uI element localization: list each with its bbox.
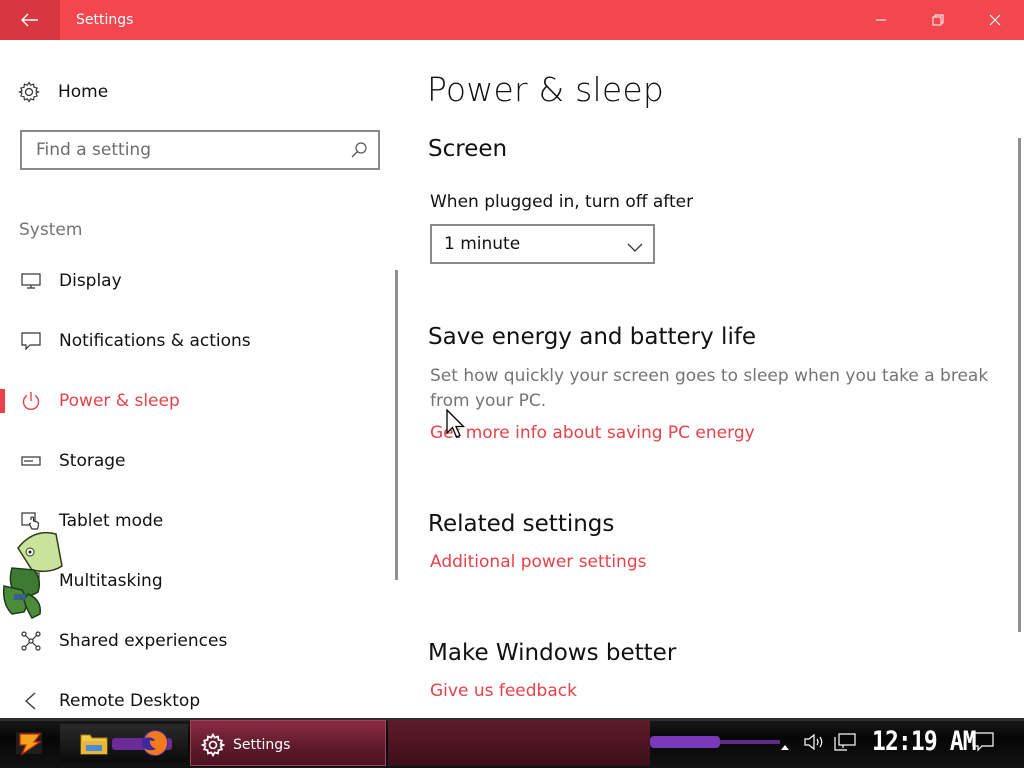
make-windows-better-heading: Make Windows better bbox=[428, 640, 677, 666]
energy-info-link[interactable]: Get more info about saving PC energy bbox=[430, 423, 755, 443]
chevron-down-icon bbox=[627, 238, 643, 257]
taskbar-settings-button[interactable]: Settings bbox=[190, 720, 386, 766]
display-icon bbox=[20, 271, 42, 291]
page-title: Power & sleep bbox=[427, 70, 664, 109]
firefox-button[interactable] bbox=[140, 728, 170, 758]
settings-gear-icon bbox=[200, 732, 226, 761]
dropdown-value: 1 minute bbox=[444, 234, 521, 254]
sidebar-item-storage[interactable]: Storage bbox=[0, 441, 396, 481]
start-button[interactable] bbox=[14, 728, 46, 758]
taskbar-empty-area bbox=[388, 720, 650, 766]
minimize-icon bbox=[875, 19, 886, 21]
sidebar-item-shared-experiences[interactable]: Shared experiences bbox=[0, 621, 396, 661]
shared-experiences-icon bbox=[20, 631, 42, 651]
sidebar-item-power-sleep[interactable]: Power & sleep bbox=[0, 381, 396, 421]
taskbar: Settings 12:19 AM bbox=[0, 718, 1024, 768]
turn-off-after-dropdown[interactable]: 1 minute bbox=[430, 224, 655, 264]
screen-heading: Screen bbox=[428, 136, 508, 162]
sidebar-item-label: Multitasking bbox=[59, 571, 163, 591]
close-icon bbox=[989, 14, 1000, 26]
show-hidden-icons-icon[interactable] bbox=[780, 736, 790, 755]
minimize-button[interactable] bbox=[852, 0, 909, 40]
give-feedback-link[interactable]: Give us feedback bbox=[430, 681, 577, 701]
main-scrollbar[interactable] bbox=[1018, 138, 1021, 632]
section-label-system: System bbox=[19, 220, 83, 240]
title-bar: Settings bbox=[0, 0, 1024, 40]
back-arrow-icon bbox=[21, 13, 38, 27]
restore-icon bbox=[932, 14, 943, 26]
power-icon bbox=[20, 391, 42, 411]
file-explorer-button[interactable] bbox=[80, 730, 108, 756]
sidebar-item-notifications[interactable]: Notifications & actions bbox=[0, 321, 396, 361]
taskbar-stripe bbox=[650, 736, 720, 748]
taskbar-settings-label: Settings bbox=[233, 737, 291, 753]
search-icon[interactable] bbox=[350, 141, 368, 163]
sidebar-item-label: Tablet mode bbox=[59, 511, 164, 531]
firefox-icon bbox=[142, 730, 168, 756]
search-box bbox=[20, 130, 380, 170]
network-icon[interactable] bbox=[834, 733, 856, 755]
additional-power-settings-link[interactable]: Additional power settings bbox=[430, 552, 646, 572]
related-settings-heading: Related settings bbox=[428, 511, 615, 537]
active-indicator bbox=[0, 389, 5, 413]
sidebar-item-label: Shared experiences bbox=[59, 631, 228, 651]
sidebar-item-remote-desktop[interactable]: Remote Desktop bbox=[0, 681, 396, 721]
maximize-button[interactable] bbox=[909, 0, 966, 40]
taskbar-stripe bbox=[720, 740, 780, 744]
sidebar-item-display[interactable]: Display bbox=[0, 261, 396, 301]
sidebar-item-label: Power & sleep bbox=[59, 391, 180, 411]
start-logo-icon bbox=[16, 732, 42, 756]
gear-icon bbox=[18, 81, 40, 103]
search-input[interactable] bbox=[22, 132, 342, 168]
save-energy-heading: Save energy and battery life bbox=[428, 324, 757, 350]
volume-icon[interactable] bbox=[804, 733, 826, 754]
back-button[interactable] bbox=[0, 0, 60, 40]
plugged-in-label: When plugged in, turn off after bbox=[430, 192, 694, 212]
close-button[interactable] bbox=[966, 0, 1023, 40]
remote-desktop-icon bbox=[20, 691, 42, 711]
main-content: Power & sleep Screen When plugged in, tu… bbox=[400, 40, 1024, 718]
sidebar-item-label: Storage bbox=[59, 451, 126, 471]
window-title: Settings bbox=[76, 12, 134, 28]
settings-window: Settings Home System bbox=[0, 0, 1024, 768]
sidebar-item-label: Remote Desktop bbox=[59, 691, 201, 711]
sidebar-home[interactable]: Home bbox=[18, 80, 108, 104]
home-label: Home bbox=[58, 82, 109, 102]
sidebar-item-label: Display bbox=[59, 271, 122, 291]
sidebar-item-label: Notifications & actions bbox=[59, 331, 251, 351]
sidebar-scrollbar[interactable] bbox=[395, 270, 398, 580]
save-energy-description: Set how quickly your screen goes to slee… bbox=[430, 366, 989, 411]
storage-icon bbox=[20, 451, 42, 471]
folder-icon bbox=[80, 734, 108, 755]
character-sticker-image bbox=[0, 530, 66, 626]
clock[interactable]: 12:19 AM bbox=[872, 726, 977, 757]
tablet-mode-icon bbox=[20, 511, 42, 531]
mouse-cursor-icon bbox=[446, 408, 466, 443]
notifications-icon bbox=[20, 331, 42, 351]
